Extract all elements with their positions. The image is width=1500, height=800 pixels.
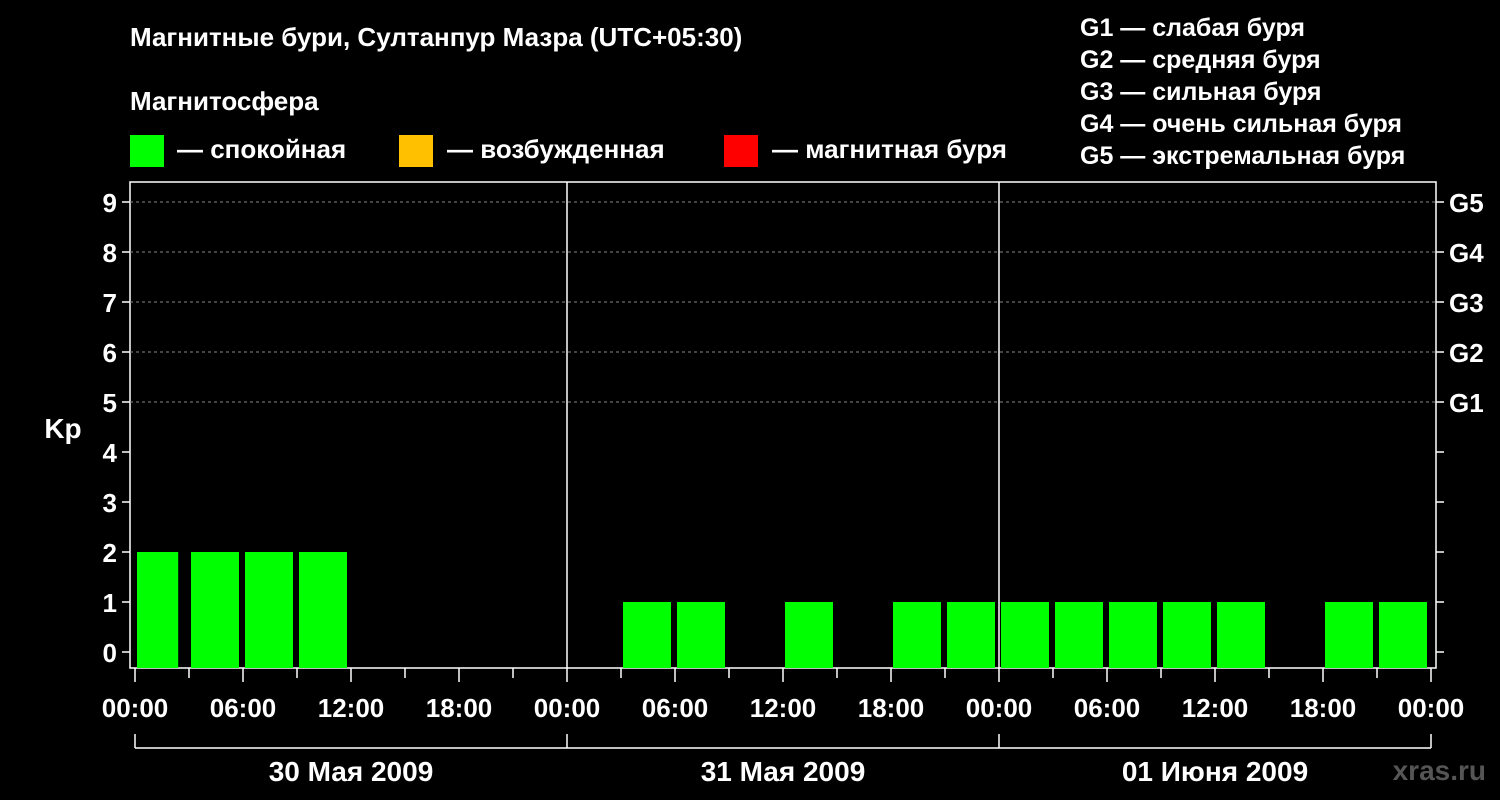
x-tick-label: 00:00 — [966, 693, 1033, 723]
x-tick-label: 06:00 — [210, 693, 277, 723]
g-tick-label: G5 — [1449, 188, 1484, 218]
g-tick-label: G2 — [1449, 338, 1484, 368]
kp-bar — [137, 552, 179, 668]
x-tick-label: 18:00 — [426, 693, 493, 723]
y-tick-label: 1 — [103, 588, 117, 618]
y-axis-label: Kp — [44, 413, 81, 444]
brand-watermark: xras.ru — [1392, 755, 1486, 786]
kp-bar — [677, 602, 725, 668]
x-tick-label: 12:00 — [750, 693, 817, 723]
day-label: 31 Мая 2009 — [701, 756, 866, 787]
x-tick-label: 00:00 — [534, 693, 601, 723]
day-label: 01 Июня 2009 — [1122, 756, 1308, 787]
kp-bar — [1379, 602, 1427, 668]
g-tick-label: G4 — [1449, 238, 1484, 268]
x-tick-label: 18:00 — [1290, 693, 1357, 723]
x-tick-label: 06:00 — [1074, 693, 1141, 723]
kp-bar — [299, 552, 347, 668]
x-tick-label: 00:00 — [1398, 693, 1465, 723]
g-tick-label: G1 — [1449, 388, 1484, 418]
y-tick-label: 4 — [103, 438, 118, 468]
y-tick-label: 7 — [103, 288, 117, 318]
kp-chart: 0 1 2 3 4 5 6 7 8 9 G1 G2 G3 G4 G5 Kp 00:00 06:00 12:00 18:… — [44, 181, 1484, 787]
g-tick-label: G3 — [1449, 288, 1484, 318]
kp-bar — [947, 602, 995, 668]
kp-bar — [1163, 602, 1211, 668]
y-tick-label: 8 — [103, 238, 117, 268]
y-tick-label: 0 — [103, 638, 117, 668]
x-tick-label: 06:00 — [642, 693, 709, 723]
day-label: 30 Мая 2009 — [269, 756, 434, 787]
kp-bar — [1109, 602, 1157, 668]
kp-bar — [623, 602, 671, 668]
kp-bar — [1217, 602, 1265, 668]
kp-bar — [191, 552, 239, 668]
kp-bar — [893, 602, 941, 668]
y-tick-label: 3 — [103, 488, 117, 518]
y-tick-label: 9 — [103, 188, 117, 218]
y-tick-label: 6 — [103, 338, 117, 368]
kp-bar — [1325, 602, 1373, 668]
x-tick-label: 12:00 — [318, 693, 385, 723]
kp-bar — [1055, 602, 1103, 668]
y-tick-label: 5 — [103, 388, 117, 418]
kp-bar — [1001, 602, 1049, 668]
x-tick-label: 18:00 — [858, 693, 925, 723]
y-tick-label: 2 — [103, 538, 117, 568]
x-tick-label: 12:00 — [1182, 693, 1249, 723]
kp-bar — [785, 602, 833, 668]
kp-bar — [245, 552, 293, 668]
x-tick-label: 00:00 — [102, 693, 169, 723]
